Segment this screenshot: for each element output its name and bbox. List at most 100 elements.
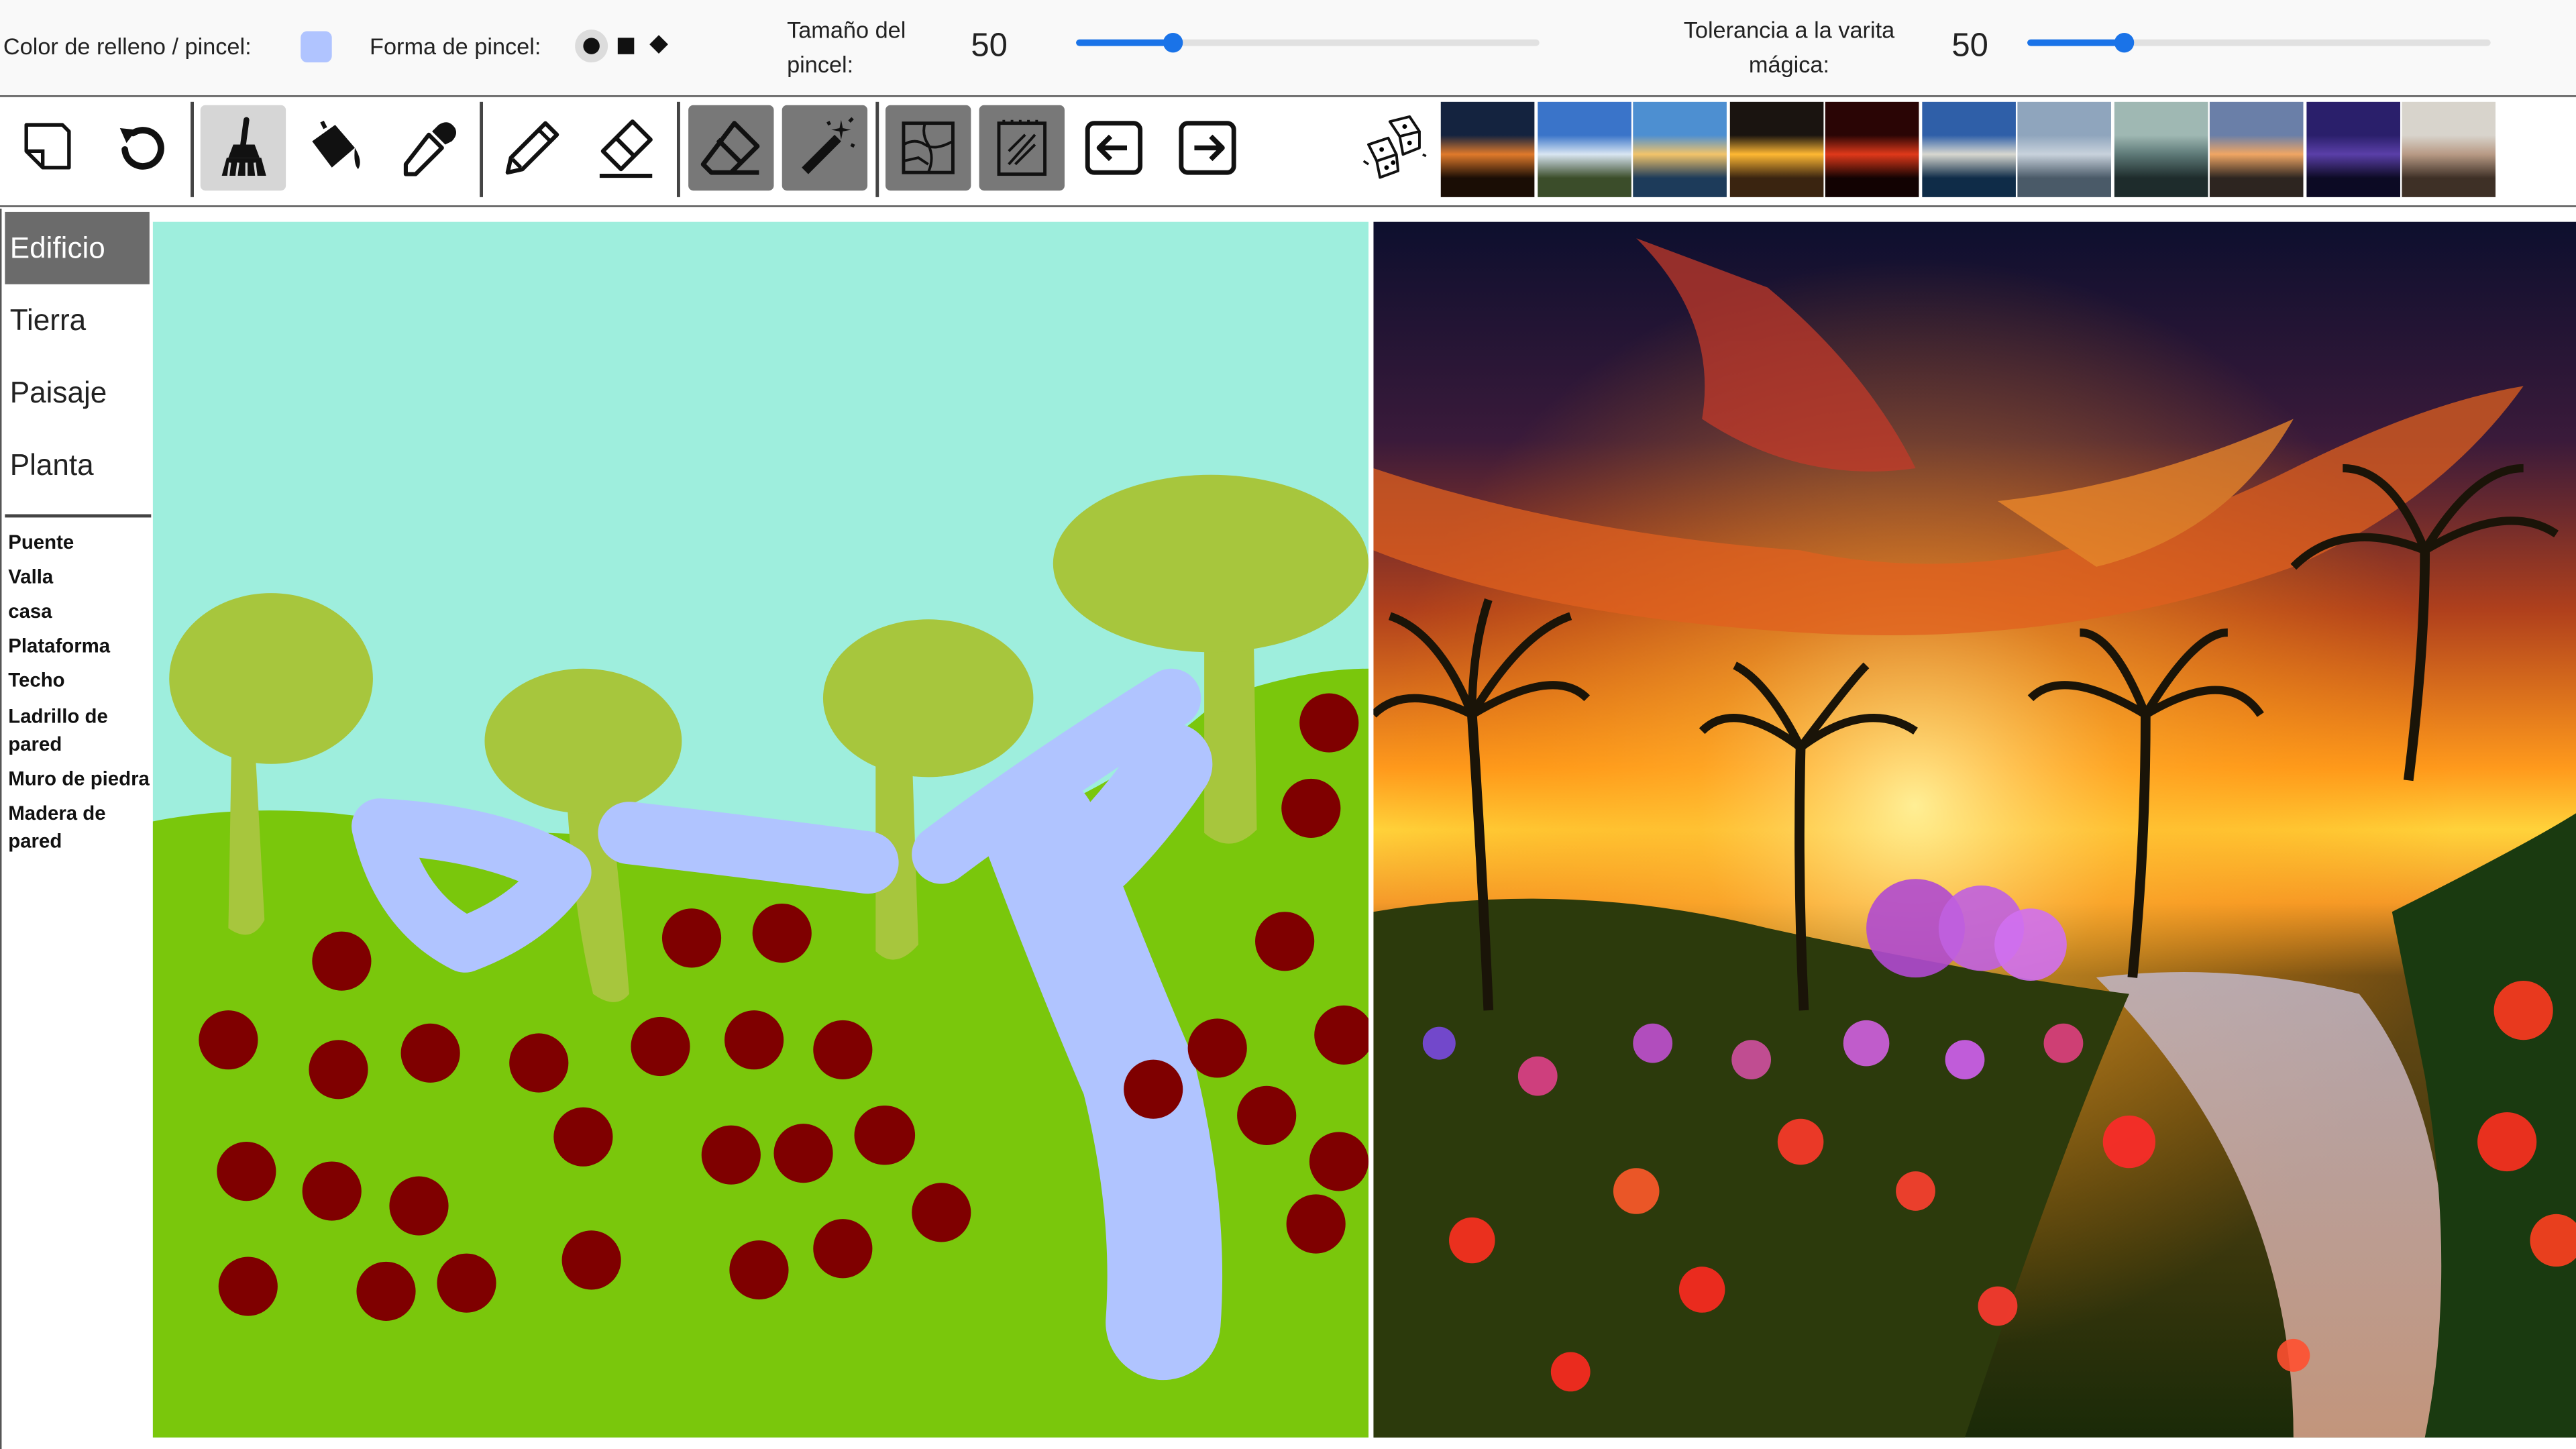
- label-item-ladrillo-de-pared[interactable]: Ladrillo de pared: [8, 703, 153, 759]
- label-item-casa[interactable]: casa: [8, 598, 153, 626]
- segmentation-map-button[interactable]: [885, 105, 971, 191]
- rock-blob: [1124, 1059, 1183, 1119]
- flower-blossom: [1613, 1168, 1660, 1214]
- eraser-button[interactable]: [688, 105, 774, 191]
- slider-thumb[interactable]: [2114, 32, 2135, 53]
- toolbar-divider: [480, 101, 484, 197]
- rock-blob: [400, 1023, 460, 1083]
- style-thumbnail-grey-sea[interactable]: [2017, 101, 2111, 197]
- rock-blob: [509, 1033, 569, 1093]
- rock-blob: [1237, 1085, 1297, 1145]
- magic-wand-icon: [802, 117, 855, 174]
- new-canvas-icon: [24, 123, 71, 170]
- flower-blossom: [2102, 1115, 2156, 1169]
- brush-size-slider[interactable]: [1076, 26, 1540, 59]
- flower-blossom: [1777, 1118, 1824, 1165]
- eyedropper-button[interactable]: [386, 105, 472, 191]
- label-item-muro-de-piedra[interactable]: Muro de piedra: [8, 765, 153, 794]
- rock-blob: [1255, 912, 1315, 971]
- style-thumbnail-road-blue-sky[interactable]: [1537, 101, 1631, 197]
- brush-size-value: 50: [971, 28, 1008, 64]
- slider-thumb[interactable]: [1163, 32, 1183, 53]
- tolerance-label-line1: Tolerancia a la varita: [1683, 16, 1895, 43]
- flower-blossom: [1517, 1056, 1558, 1096]
- pen-eraser-icon: [599, 119, 653, 178]
- arrow-left-icon: [1085, 121, 1143, 175]
- category-tab-edificio[interactable]: Edificio: [5, 211, 150, 284]
- paint-bucket-button[interactable]: [292, 105, 378, 191]
- rock-blob: [701, 1125, 761, 1185]
- eyedropper-icon: [403, 122, 457, 176]
- fill-color-swatch[interactable]: [301, 31, 332, 63]
- style-thumbnail-cloudy-sunset[interactable]: [2209, 101, 2304, 197]
- toolbar-divider: [676, 101, 680, 197]
- next-button[interactable]: [1165, 105, 1250, 191]
- pencil-button[interactable]: [490, 105, 575, 191]
- rock-blob: [1187, 1018, 1247, 1078]
- style-thumbnail-purple-dusk[interactable]: [2306, 101, 2400, 197]
- label-item-line1: Ladrillo de: [8, 704, 108, 728]
- style-thumbnail-mountain-lake[interactable]: [1921, 101, 2015, 197]
- undo-button[interactable]: [97, 105, 182, 191]
- toolbar-divider: [191, 101, 194, 197]
- flower-blossom: [1449, 1217, 1495, 1264]
- label-item-madera-de-pared[interactable]: Madera de pared: [8, 800, 153, 856]
- category-tab-tierra[interactable]: Tierra: [5, 284, 150, 357]
- category-tab-paisaje[interactable]: Paisaje: [5, 356, 150, 429]
- magic-wand-button[interactable]: [782, 105, 868, 191]
- brush-shape-diamond-button[interactable]: [649, 35, 668, 54]
- flower-blossom: [1633, 1023, 1673, 1063]
- rock-blob: [553, 1107, 613, 1167]
- rock-blob: [773, 1124, 833, 1183]
- dice-icon: [1362, 115, 1427, 179]
- flower-blossom: [1731, 1040, 1772, 1079]
- rock-blob: [724, 1010, 784, 1070]
- sketch-map-button[interactable]: [979, 105, 1065, 191]
- label-item-puente[interactable]: Puente: [8, 529, 153, 557]
- new-canvas-button[interactable]: [3, 105, 89, 191]
- fill-color-label: Color de relleno / pincel:: [3, 32, 252, 60]
- style-thumbnail-ocean-sunset[interactable]: [1729, 101, 1823, 197]
- line-eraser-button[interactable]: [583, 105, 668, 191]
- previous-button[interactable]: [1071, 105, 1157, 191]
- category-tab-planta[interactable]: Planta: [5, 429, 150, 501]
- arrow-right-icon: [1179, 121, 1236, 175]
- app-window: Color de relleno / pincel: Forma de pinc…: [0, 0, 2576, 1449]
- random-style-button[interactable]: [1350, 105, 1436, 191]
- style-thumbnail-red-sky[interactable]: [1825, 101, 1919, 197]
- label-item-plataforma[interactable]: Plataforma: [8, 633, 153, 661]
- flower-blossom: [1678, 1267, 1725, 1313]
- brush-shape-circle-button[interactable]: [575, 30, 608, 63]
- segmentation-drawing-canvas[interactable]: [152, 221, 1369, 1438]
- rock-blob: [437, 1253, 496, 1313]
- slider-fill: [1076, 39, 1174, 46]
- label-item-valla[interactable]: Valla: [8, 564, 153, 592]
- rock-blob: [855, 1106, 916, 1165]
- tolerance-slider[interactable]: [2027, 26, 2491, 59]
- flower-blossom: [1843, 1020, 1890, 1067]
- label-item-line2: pared: [8, 829, 62, 853]
- brush-shape-square-button[interactable]: [617, 38, 635, 54]
- rock-blob: [752, 903, 812, 963]
- clear-broom-button[interactable]: [200, 105, 286, 191]
- style-thumbnail-lake-sunrise[interactable]: [1633, 101, 1727, 197]
- flower-blossom: [1978, 1286, 2018, 1326]
- rock-blob: [1286, 1194, 1346, 1254]
- rock-blob: [302, 1161, 362, 1221]
- undo-icon: [119, 127, 164, 170]
- label-item-techo[interactable]: Techo: [8, 667, 153, 695]
- rock-blob: [729, 1240, 789, 1300]
- rock-blob: [813, 1219, 873, 1279]
- slider-fill: [2027, 39, 2125, 46]
- tolerance-value: 50: [1951, 28, 1988, 64]
- brush-size-label-line1: Tamaño del: [787, 16, 906, 43]
- style-thumbnail-pale-shore[interactable]: [2402, 101, 2496, 197]
- brush-shape-label: Forma de pincel:: [370, 32, 541, 60]
- rock-blob: [813, 1020, 873, 1079]
- flower-blossom: [2277, 1338, 2310, 1372]
- style-thumbnail-sunset-silhouette[interactable]: [1440, 101, 1535, 197]
- pencil-icon: [505, 121, 559, 175]
- style-thumbnail-beach-walker[interactable]: [2113, 101, 2208, 197]
- flower-blossom: [1945, 1040, 1985, 1079]
- rock-blob: [356, 1261, 416, 1321]
